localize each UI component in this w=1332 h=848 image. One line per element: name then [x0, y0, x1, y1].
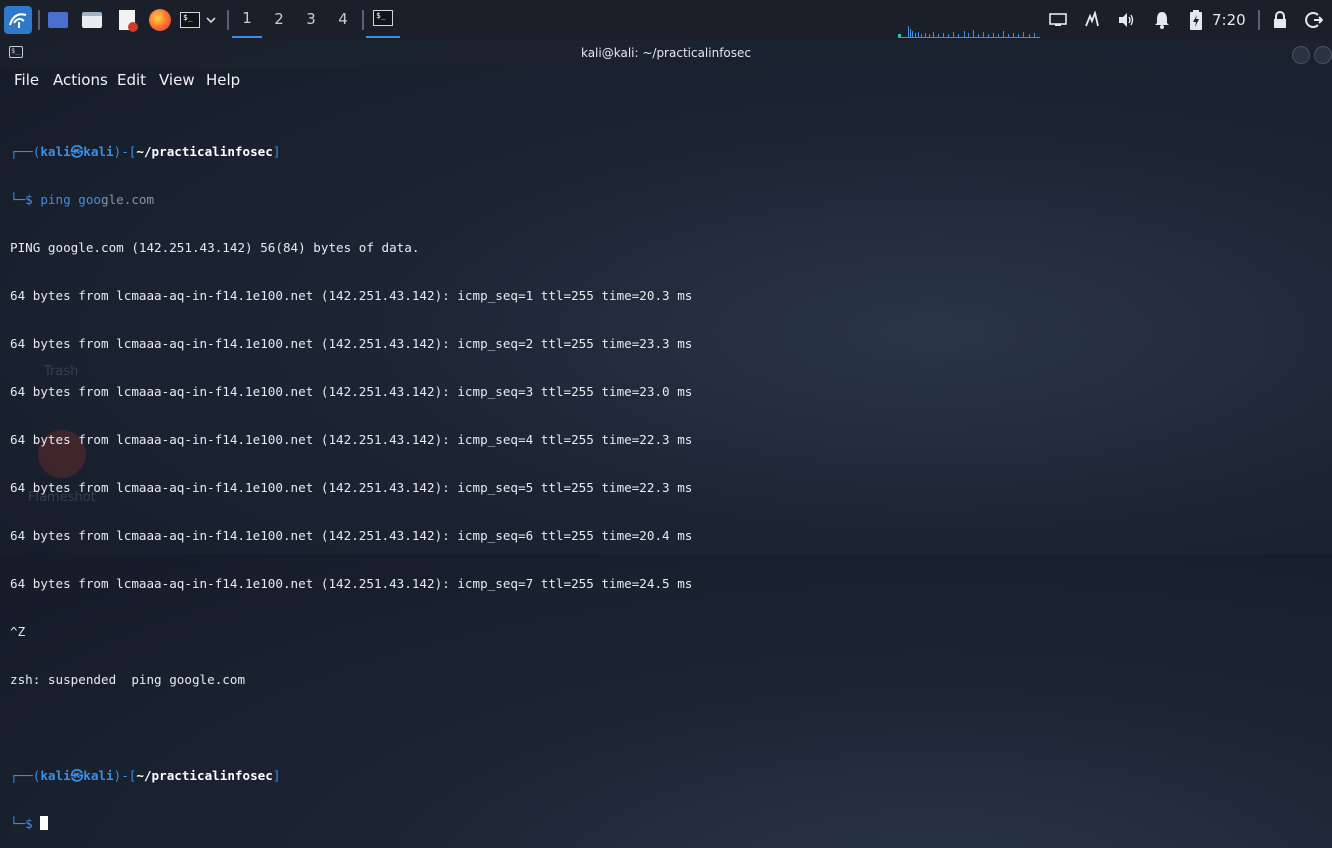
output-line: 64 bytes from lcmaaa-aq-in-f14.1e100.net… — [10, 576, 693, 591]
workspace-4[interactable]: 4 — [328, 0, 358, 38]
taskbar: $_ 1 2 3 4 $_ 7:20 — [0, 0, 1332, 40]
output-line: PING google.com (142.251.43.142) 56(84) … — [10, 240, 420, 255]
clock[interactable]: 7:20 — [1212, 0, 1246, 40]
command-text: ping goo — [40, 192, 102, 207]
terminal-titlebar[interactable]: $_ kali@kali: ~/practicalinfosec — [0, 40, 1332, 68]
prompt-bracket: )-[ — [113, 144, 137, 159]
menu-view[interactable]: View — [159, 68, 195, 89]
prompt-line: ┌──(kali㉿kali)-[~/practicalinfosec] — [10, 768, 1320, 784]
output-line: 64 bytes from lcmaaa-aq-in-f14.1e100.net… — [10, 384, 693, 399]
network-activity-graph — [898, 26, 1040, 38]
terminal-output[interactable]: ┌──(kali㉿kali)-[~/practicalinfosec] └─$ … — [10, 112, 1320, 848]
workspace-3[interactable]: 3 — [296, 0, 326, 38]
menu-actions[interactable]: Actions — [53, 68, 108, 89]
prompt-user: kali㉿kali — [40, 144, 114, 159]
kali-menu-icon[interactable] — [4, 6, 32, 34]
prompt-bracket: ┌──( — [10, 768, 41, 783]
menu-file[interactable]: File — [14, 68, 39, 89]
text-cursor — [40, 816, 49, 830]
taskbar-separator — [227, 10, 229, 30]
maximize-button[interactable] — [1314, 46, 1332, 64]
file-manager-icon[interactable] — [80, 8, 104, 32]
output-line: 64 bytes from lcmaaa-aq-in-f14.1e100.net… — [10, 480, 693, 495]
output-line: 64 bytes from lcmaaa-aq-in-f14.1e100.net… — [10, 336, 693, 351]
output-line: ^Z — [10, 624, 26, 639]
window-title: kali@kali: ~/practicalinfosec — [580, 46, 752, 60]
menu-help[interactable]: Help — [206, 68, 240, 89]
prompt-bracket: ] — [272, 144, 281, 159]
volume-icon[interactable] — [1114, 8, 1138, 32]
power-manager-icon[interactable] — [1080, 8, 1104, 32]
output-line: 64 bytes from lcmaaa-aq-in-f14.1e100.net… — [10, 432, 693, 447]
terminal-task-icon: $_ — [373, 10, 393, 26]
battery-icon[interactable] — [1184, 8, 1208, 32]
menu-edit[interactable]: Edit — [117, 68, 146, 89]
terminal-icon[interactable]: $_ — [178, 8, 202, 32]
prompt-line: ┌──(kali㉿kali)-[~/practicalinfosec] — [10, 144, 1320, 160]
desktop-icon[interactable] — [46, 8, 70, 32]
terminal-task-button[interactable]: $_ — [366, 0, 400, 38]
taskbar-separator — [38, 10, 40, 30]
prompt-prefix: └─$ — [10, 192, 41, 207]
workspace-1[interactable]: 1 — [232, 0, 262, 38]
prompt-bracket: ┌──( — [10, 144, 41, 159]
firefox-icon[interactable] — [148, 8, 172, 32]
output-line: 64 bytes from lcmaaa-aq-in-f14.1e100.net… — [10, 528, 693, 543]
prompt-bracket: ] — [272, 768, 281, 783]
lock-icon[interactable] — [1268, 8, 1292, 32]
text-editor-icon[interactable] — [115, 8, 139, 32]
command-line: └─$ ping google.com — [10, 192, 1320, 208]
notifications-icon[interactable] — [1150, 8, 1174, 32]
taskbar-separator — [1258, 10, 1260, 30]
minimize-button[interactable] — [1292, 46, 1310, 64]
prompt-path: ~/practicalinfosec — [136, 144, 273, 159]
prompt-prefix: └─$ — [10, 816, 41, 831]
prompt-path: ~/practicalinfosec — [136, 768, 273, 783]
workspace-2[interactable]: 2 — [264, 0, 294, 38]
output-line: 64 bytes from lcmaaa-aq-in-f14.1e100.net… — [10, 288, 693, 303]
logout-icon[interactable] — [1302, 8, 1326, 32]
network-icon[interactable] — [1046, 8, 1070, 32]
output-line: zsh: suspended ping google.com — [10, 672, 246, 687]
autosuggestion: gle.com — [101, 192, 155, 207]
command-line: └─$ — [10, 816, 1320, 832]
chevron-down-icon[interactable] — [202, 8, 220, 32]
taskbar-separator — [362, 10, 364, 30]
prompt-bracket: )-[ — [113, 768, 137, 783]
prompt-user: kali㉿kali — [40, 768, 114, 783]
menubar: File Actions Edit View Help — [0, 68, 1332, 92]
